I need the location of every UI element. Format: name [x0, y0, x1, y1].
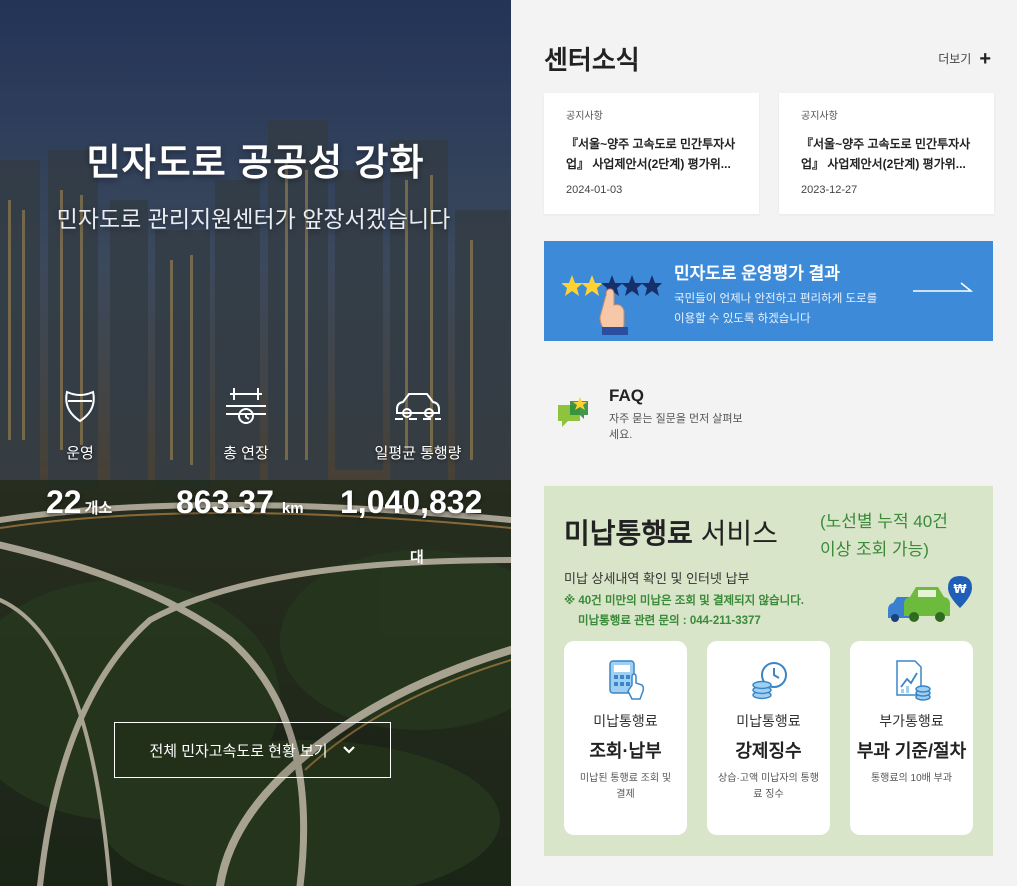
news-title: 『서울~양주 고속도로 민간투자사업』 사업제안서(2단계) 평가위... — [566, 137, 736, 171]
stat-label: 운영 — [66, 445, 94, 462]
stat-label: 일평균 통행량 — [374, 445, 462, 462]
right-column: 센터소식 더보기 + 공지사항 『서울~양주 고속도로 민간투자사업』 사업제안… — [511, 0, 1017, 886]
faq-desc: 자주 묻는 질문을 먼저 살펴보세요. — [609, 413, 743, 441]
news-title: 『서울~양주 고속도로 민간투자사업』 사업제안서(2단계) 평가위... — [801, 137, 971, 171]
car-icon — [343, 384, 493, 428]
card-desc: 미납된 통행료 조회 및 결제 — [579, 773, 672, 800]
card-desc: 상습·고액 미납자의 통행료 징수 — [718, 773, 819, 800]
hero-title: 민자도로 공공성 강화 — [86, 142, 425, 183]
news-date: 2024-01-03 — [566, 184, 623, 196]
evaluation-banner[interactable]: 민자도로 운영평가 결과 국민들이 언제나 안전하고 편리하게 도로를 이용할 … — [544, 241, 993, 341]
card-title: 부과 기준/절차 — [856, 741, 967, 761]
unpaid-desc: 미납 상세내역 확인 및 인터넷 납부 — [564, 571, 750, 586]
stat-number: 863.37 — [176, 484, 274, 520]
car-toll-icon: ₩ — [888, 576, 972, 622]
calculator-hand-icon — [564, 659, 687, 701]
card-title: 조회·납부 — [589, 741, 662, 761]
news-card[interactable]: 공지사항 『서울~양주 고속도로 민간투자사업』 사업제안서(2단계) 평가위.… — [779, 93, 994, 214]
news-category: 공지사항 — [801, 111, 838, 122]
view-all-roads-button[interactable]: 전체 민자고속도로 현황 보기 — [114, 722, 391, 778]
unpaid-title-bold: 미납통행료 — [564, 518, 693, 549]
stat-unit: 대 — [410, 549, 424, 566]
stat-operation: 운영 — [5, 384, 155, 463]
more-label: 더보기 — [938, 52, 972, 66]
card-title: 강제징수 — [735, 741, 802, 761]
stat-length: 총 연장 — [171, 384, 321, 463]
evaluation-desc-line: 이용할 수 있도록 하겠습니다 — [674, 313, 811, 325]
road-shield-icon — [5, 384, 155, 428]
stat-unit: 개소 — [84, 500, 113, 517]
unpaid-note: (노선별 누적 40건 이상 조회 가능) — [820, 508, 948, 564]
service-card-enforcement[interactable]: 미납통행료 강제징수 상습·고액 미납자의 통행료 징수 — [707, 641, 830, 835]
card-desc: 통행료의 10배 부과 — [870, 773, 953, 784]
service-card-inquiry[interactable]: 미납통행료 조회·납부 미납된 통행료 조회 및 결제 — [564, 641, 687, 835]
news-date: 2023-12-27 — [801, 184, 858, 196]
svg-text:₩: ₩ — [953, 582, 967, 596]
more-link[interactable]: 더보기 + — [938, 47, 991, 70]
service-card-surcharge[interactable]: 부가통행료 부과 기준/절차 통행료의 10배 부과 — [850, 641, 973, 835]
evaluation-title: 민자도로 운영평가 결과 — [674, 264, 840, 283]
stat-value-length: 863.37 km — [176, 484, 304, 521]
stat-value-traffic: 1,040,832 — [340, 484, 482, 521]
road-length-icon — [171, 384, 321, 428]
unpaid-note-line: 이상 조회 가능) — [820, 540, 929, 559]
unpaid-contact: 미납통행료 관련 문의 : 044-211-3377 — [578, 615, 761, 627]
section-title-news: 센터소식 — [544, 45, 640, 75]
card-label: 부가통행료 — [879, 713, 944, 729]
stat-number: 22 — [46, 484, 82, 520]
coins-clock-icon — [707, 659, 830, 701]
unpaid-note-line: (노선별 누적 40건 — [820, 512, 948, 531]
faq-title[interactable]: FAQ — [609, 386, 644, 406]
unpaid-warning: ※ 40건 미만의 미납은 조회 및 결제되지 않습니다. — [564, 595, 804, 607]
stat-unit: km — [281, 500, 304, 517]
hero-subtitle: 민자도로 관리지원센터가 앞장서겠습니다 — [56, 206, 451, 232]
news-category: 공지사항 — [566, 111, 603, 122]
card-label: 미납통행료 — [593, 713, 658, 729]
unpaid-title: 미납통행료 서비스 — [564, 512, 778, 552]
news-card[interactable]: 공지사항 『서울~양주 고속도로 민간투자사업』 사업제안서(2단계) 평가위.… — [544, 93, 759, 214]
unpaid-toll-section: 미납통행료 서비스 (노선별 누적 40건 이상 조회 가능) 미납 상세내역 … — [544, 486, 993, 856]
evaluation-desc-line: 국민들이 언제나 안전하고 편리하게 도로를 — [674, 293, 878, 305]
stat-label: 총 연장 — [223, 445, 269, 462]
chevron-down-icon — [342, 746, 355, 754]
stat-value-operation: 22 개소 — [46, 484, 112, 521]
unpaid-title-rest: 서비스 — [692, 518, 778, 549]
rating-stars-icon — [562, 275, 662, 335]
chat-bubble-icon — [558, 397, 588, 427]
document-chart-coins-icon — [850, 659, 973, 701]
hero-section: 민자도로 공공성 강화 민자도로 관리지원센터가 앞장서겠습니다 운영 총 연장 — [0, 0, 511, 886]
evaluation-desc: 국민들이 언제나 안전하고 편리하게 도로를 이용할 수 있도록 하겠습니다 — [674, 289, 877, 329]
plus-icon: + — [979, 47, 991, 70]
button-label: 전체 민자고속도로 현황 보기 — [149, 742, 328, 760]
arrow-right-icon — [913, 282, 973, 292]
stat-traffic: 일평균 통행량 — [343, 384, 493, 463]
card-label: 미납통행료 — [736, 713, 801, 729]
stat-number: 1,040,832 — [340, 484, 483, 520]
